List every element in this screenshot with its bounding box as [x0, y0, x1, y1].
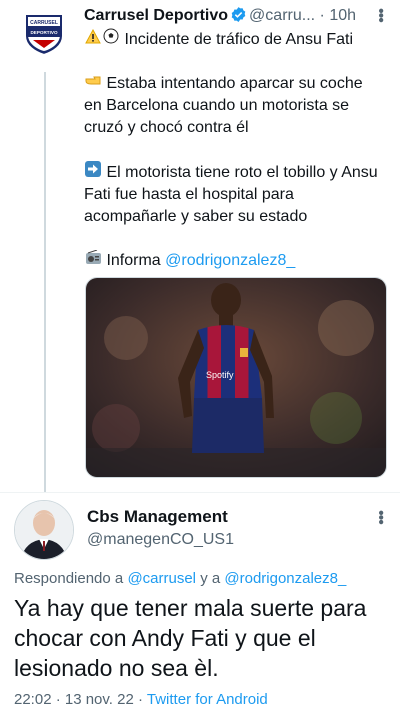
thread-connector-line	[44, 72, 46, 492]
more-options-icon[interactable]: •••	[372, 8, 389, 22]
informa-label: Informa	[106, 252, 161, 269]
replying-user-1-link[interactable]: @carrusel	[127, 570, 196, 587]
carrusel-avatar[interactable]: CARRUSEL DEPORTIVO	[21, 10, 67, 57]
tweet-paragraph-1: Estaba intentando aparcar su coche en Ba…	[84, 75, 363, 136]
tweet-time[interactable]: 10h	[329, 7, 356, 24]
reply-meta: 22:02 · 13 nov. 22 · Twitter for Android	[14, 691, 268, 708]
tweet-divider	[0, 492, 400, 493]
tweet-body: Incidente de tráfico de Ansu Fati Estaba…	[84, 28, 384, 294]
radio-icon	[84, 249, 102, 272]
right-arrow-icon	[84, 161, 102, 184]
warning-icon	[84, 28, 102, 51]
reply-text: Ya hay que tener mala suerte para chocar…	[14, 595, 367, 681]
author-name[interactable]: Carrusel Deportivo	[84, 7, 228, 24]
reply-source-link[interactable]: Twitter for Android	[147, 691, 268, 708]
verified-badge-icon	[230, 6, 247, 28]
tweet-paragraph-2: El motorista tiene roto el tobillo y Ans…	[84, 164, 378, 225]
reply-author-name[interactable]: Cbs Management	[87, 507, 228, 527]
cbs-management-avatar[interactable]	[14, 500, 74, 560]
replying-prefix: Respondiendo a	[14, 570, 124, 587]
informa-mention-link[interactable]: @rodrigonzalez8_	[165, 252, 295, 269]
avatar-text-top: CARRUSEL	[30, 20, 58, 26]
pointing-hand-icon	[84, 73, 102, 95]
soccer-ball-icon	[102, 28, 120, 51]
tweet-photo[interactable]: Spotify	[85, 277, 387, 478]
author-handle[interactable]: @carru...	[249, 7, 315, 24]
replying-user-2-link[interactable]: @rodrigonzalez8_	[224, 570, 346, 587]
reply-author-handle[interactable]: @manegenCO_US1	[87, 531, 234, 549]
replying-to-line: Respondiendo a @carrusel y a @rodrigonza…	[14, 570, 346, 587]
reply-more-options-icon[interactable]: •••	[372, 510, 389, 524]
shirt-sponsor-text: Spotify	[206, 370, 234, 380]
avatar-text-bottom: DEPORTIVO	[30, 30, 57, 35]
tweet-header: Carrusel Deportivo @carru... · 10h	[84, 6, 384, 28]
tweet-line1: Incidente de tráfico de Ansu Fati	[124, 31, 354, 48]
separator-dot: ·	[319, 7, 325, 24]
reply-date[interactable]: 22:02 · 13 nov. 22 ·	[14, 691, 143, 708]
player-photo-illustration: Spotify	[86, 278, 386, 477]
replying-and: y a	[200, 570, 221, 587]
